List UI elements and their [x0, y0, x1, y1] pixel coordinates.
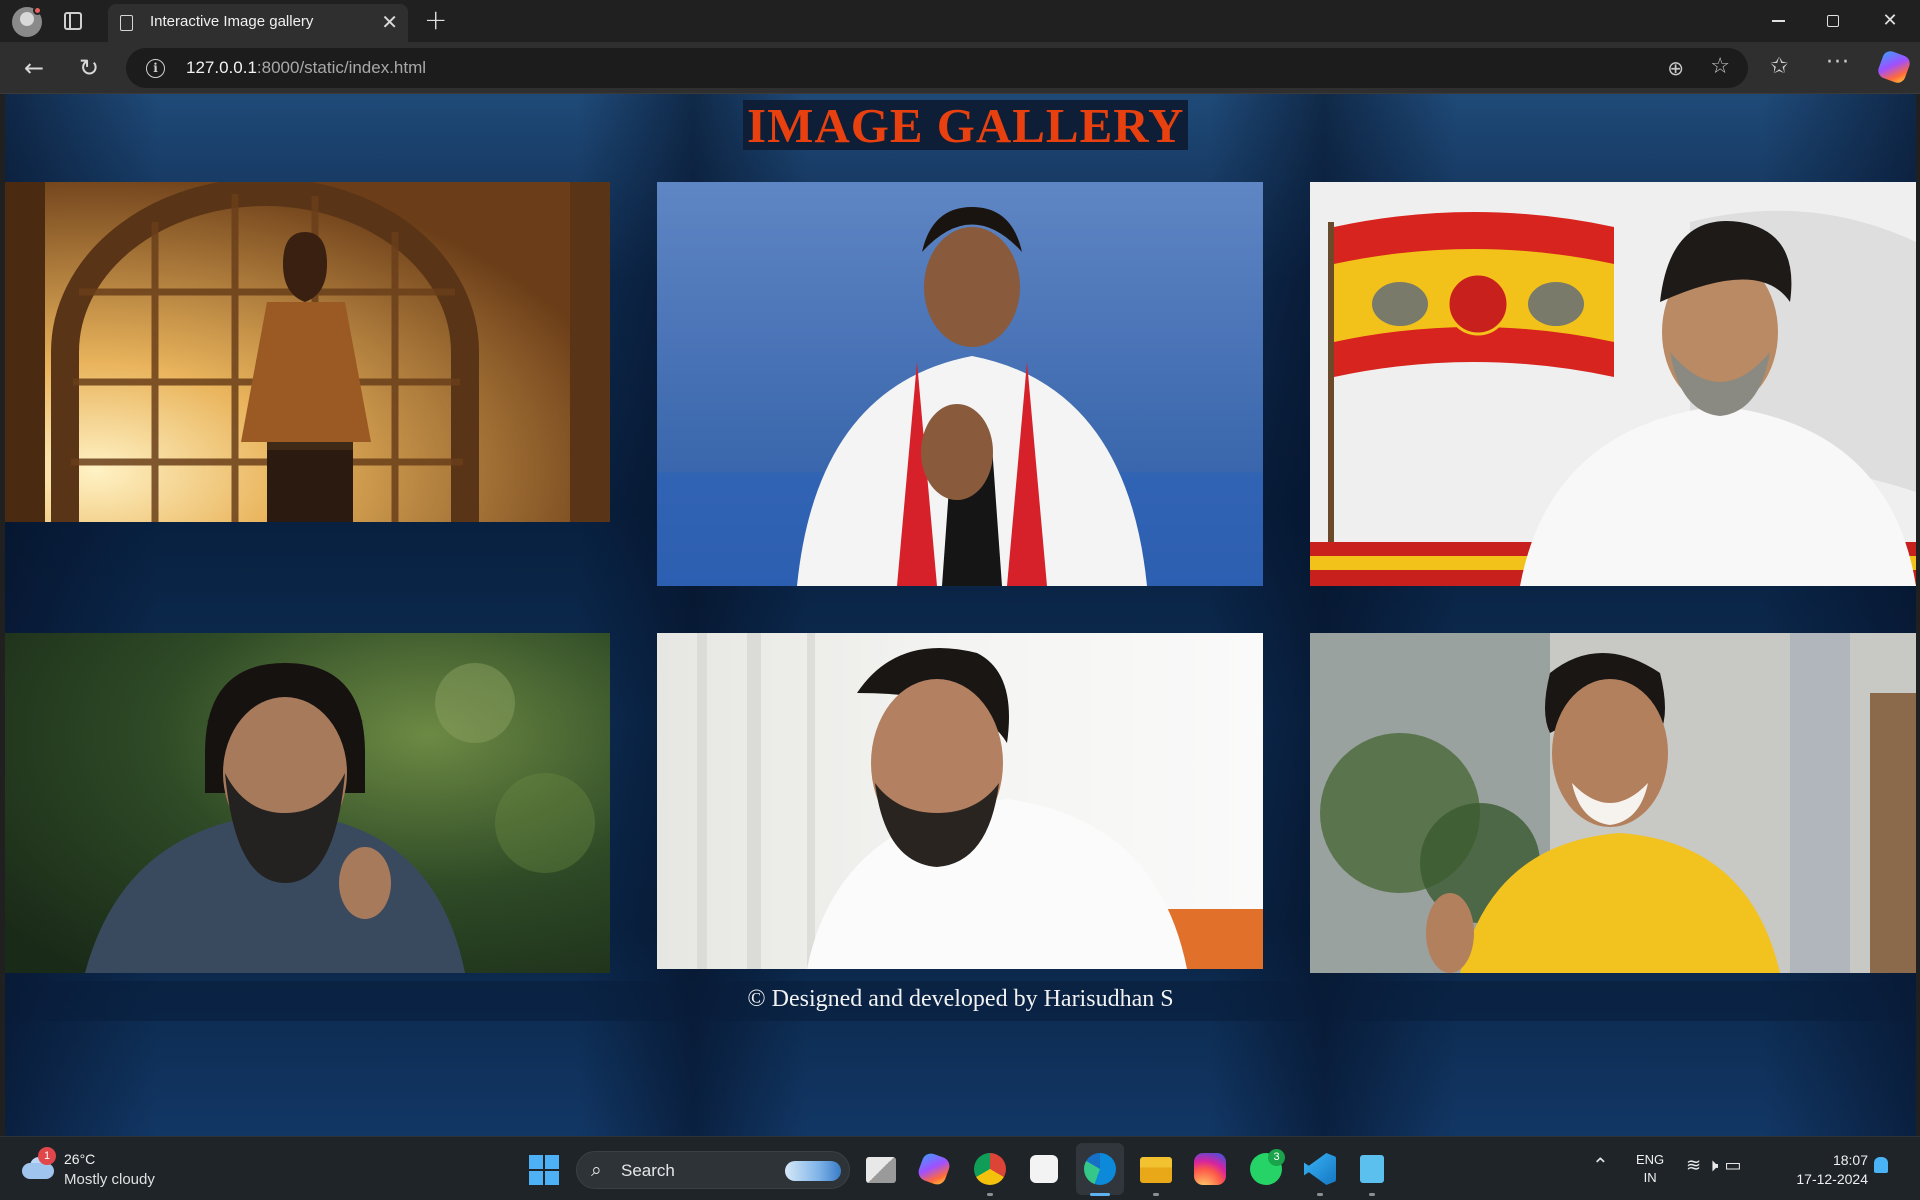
- address-bar-row: ← ↻ i 127.0.0.1:8000/static/index.html ⊕…: [0, 42, 1920, 94]
- chrome-icon[interactable]: [974, 1153, 1006, 1185]
- address-bar[interactable]: i 127.0.0.1:8000/static/index.html ⊕ ☆: [126, 48, 1748, 88]
- page-icon: [120, 15, 133, 31]
- region-code: IN: [1643, 1170, 1657, 1185]
- input-language[interactable]: ENG IN: [1636, 1151, 1664, 1187]
- gallery-image-3[interactable]: [1310, 182, 1916, 586]
- url-host: 127.0.0.1: [186, 58, 257, 77]
- footer-credit: © Designed and developed by Harisudhan S: [747, 986, 1174, 1012]
- taskbar-search-box[interactable]: ⌕ Search: [576, 1151, 850, 1189]
- restore-button[interactable]: [1815, 6, 1851, 36]
- gallery-image-2[interactable]: [657, 182, 1263, 586]
- clock-time: 18:07: [1832, 1152, 1868, 1168]
- show-hidden-icons-chevron-icon[interactable]: ⌃: [1592, 1153, 1609, 1177]
- browser-tab-bar: Interactive Image gallery ✕ + ✕: [0, 0, 1920, 42]
- gallery-image-6[interactable]: [1310, 633, 1916, 973]
- reload-icon[interactable]: ↻: [73, 52, 105, 84]
- system-tray-icons[interactable]: ≋🕨▭: [1686, 1155, 1747, 1176]
- gallery-image-5[interactable]: [657, 633, 1263, 969]
- notification-bell-icon[interactable]: [1874, 1157, 1888, 1173]
- taskbar: 1 26°C Mostly cloudy ⌕ Search 3 ⌃ ENG IN…: [0, 1136, 1920, 1200]
- tab-close-icon[interactable]: ✕: [381, 10, 398, 34]
- clock-date: 17-12-2024: [1796, 1171, 1868, 1187]
- favorite-star-icon[interactable]: ☆: [1710, 54, 1730, 79]
- wifi-icon[interactable]: ≋: [1686, 1155, 1707, 1176]
- search-highlight-image: [785, 1161, 841, 1181]
- clock[interactable]: 18:07 17-12-2024: [1780, 1151, 1868, 1189]
- tab-actions-icon[interactable]: [64, 12, 82, 30]
- file-explorer-icon[interactable]: [1140, 1157, 1172, 1183]
- favorites-icon[interactable]: ✩: [1770, 54, 1788, 79]
- whatsapp-badge: 3: [1268, 1149, 1285, 1166]
- vscode-running-indicator: [1317, 1193, 1323, 1196]
- profile-notification-dot: [33, 6, 42, 15]
- search-icon: ⌕: [591, 1159, 602, 1181]
- url-text[interactable]: 127.0.0.1:8000/static/index.html: [186, 58, 426, 78]
- close-window-button[interactable]: ✕: [1872, 6, 1908, 36]
- notepad-running-indicator: [1369, 1193, 1375, 1196]
- file-explorer-running-indicator: [1153, 1193, 1159, 1196]
- gallery-image-1[interactable]: [5, 182, 610, 522]
- tab-title: Interactive Image gallery: [150, 13, 314, 30]
- minimize-button[interactable]: [1760, 6, 1796, 36]
- vscode-icon[interactable]: [1304, 1153, 1336, 1185]
- zoom-icon[interactable]: ⊕: [1667, 56, 1684, 80]
- site-info-icon[interactable]: i: [146, 59, 165, 78]
- edge-icon[interactable]: [1084, 1153, 1116, 1185]
- weather-description[interactable]: Mostly cloudy: [64, 1171, 155, 1188]
- new-tab-button[interactable]: +: [424, 4, 447, 36]
- language-code: ENG: [1636, 1152, 1665, 1167]
- speaker-muted-icon[interactable]: 🕨: [1707, 1155, 1724, 1176]
- instagram-icon[interactable]: [1194, 1153, 1226, 1185]
- tab-active[interactable]: Interactive Image gallery ✕: [108, 4, 408, 42]
- page-title: IMAGE GALLERY: [743, 100, 1189, 152]
- chrome-running-indicator: [987, 1193, 993, 1196]
- windows-start-icon[interactable]: [529, 1155, 559, 1185]
- edge-running-indicator: [1090, 1193, 1110, 1196]
- notepad-icon[interactable]: [1360, 1155, 1384, 1183]
- page-viewport: IMAGE GALLERY © Designed and developed b…: [5, 94, 1916, 1136]
- weather-badge: 1: [38, 1147, 56, 1165]
- battery-icon[interactable]: ▭: [1724, 1155, 1747, 1176]
- copilot-app-icon[interactable]: [916, 1151, 952, 1187]
- url-path: :8000/static/index.html: [256, 58, 427, 77]
- copilot-icon[interactable]: [1876, 49, 1912, 85]
- back-arrow-icon[interactable]: ←: [18, 52, 50, 84]
- store-icon[interactable]: [1030, 1155, 1058, 1183]
- task-view-icon[interactable]: [866, 1157, 896, 1183]
- gallery-image-4[interactable]: [5, 633, 610, 973]
- search-label: Search: [621, 1161, 675, 1180]
- more-options-icon[interactable]: ···: [1826, 50, 1850, 75]
- weather-temperature[interactable]: 26°C: [64, 1151, 95, 1167]
